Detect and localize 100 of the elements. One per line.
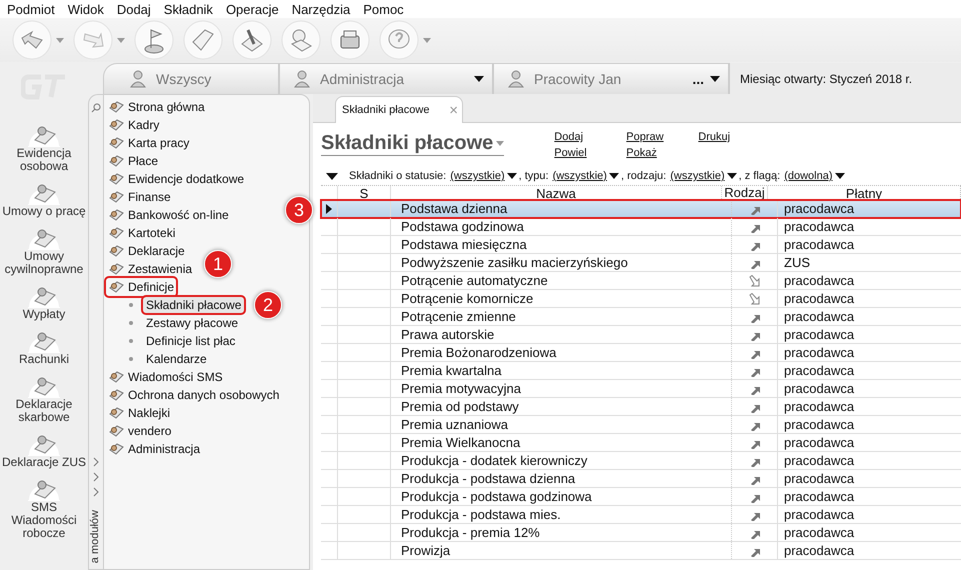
nav-item[interactable]: Kartoteki (106, 224, 178, 242)
table-cell: Prowizja (391, 542, 732, 559)
action-link[interactable]: Dodaj (554, 129, 584, 145)
table-row[interactable]: Premia motywacyjna pracodawca (321, 380, 961, 398)
toolbar-button[interactable] (232, 20, 272, 60)
sheet-icon (108, 189, 124, 205)
table-row[interactable]: Produkcja - podstawa mies. pracodawca (321, 506, 961, 524)
page-title[interactable]: Składniki płacowe (321, 132, 504, 156)
module-button[interactable]: Deklaracje ZUS (1, 429, 87, 469)
nav-subitem[interactable]: Składniki płacowe (143, 297, 244, 313)
table-row[interactable]: Produkcja - premia 12% pracodawca (321, 524, 961, 542)
menu-item[interactable]: Podmiot (4, 2, 63, 16)
nav-item[interactable]: Strona główna (106, 98, 207, 116)
row-pointer-icon (326, 204, 332, 214)
nav-item[interactable]: Definicje (106, 278, 176, 296)
table-row[interactable]: Prawa autorskie pracodawca (321, 326, 961, 344)
action-link[interactable]: Popraw (626, 129, 664, 145)
menu-item[interactable]: Pomoc (360, 2, 412, 16)
dropdown-icon[interactable] (834, 173, 844, 179)
table-row[interactable]: Premia Wielkanocna pracodawca (321, 434, 961, 452)
nav-item[interactable]: vendero (106, 422, 174, 440)
dropdown-icon[interactable] (474, 76, 484, 82)
action-link[interactable]: Powiel (554, 145, 587, 161)
sheet-icon (108, 171, 124, 187)
table-cell-text: pracodawca (783, 236, 856, 253)
nav-item[interactable]: Płace (106, 152, 160, 170)
toolbar-button[interactable] (134, 20, 174, 60)
dropdown-icon[interactable] (608, 173, 619, 179)
module-button[interactable]: Rachunki (1, 326, 87, 366)
strip-label: a modułów (89, 510, 102, 564)
nav-item[interactable]: Wiadomości SMS (106, 368, 225, 386)
nav-item[interactable]: Ochrona danych osobowych (106, 386, 282, 404)
nav-item[interactable]: Kadry (106, 116, 162, 134)
action-link[interactable]: Pokaż (626, 145, 657, 161)
action-link[interactable]: Drukuj (698, 129, 730, 145)
context-tab[interactable]: Wszyscy (103, 63, 279, 94)
nav-item[interactable]: Bankowość on-line (106, 206, 231, 224)
callout-badge: 1 (204, 250, 232, 278)
filter-dropdown[interactable]: (wszystkie) (552, 170, 619, 182)
nav-subitem[interactable]: Zestawy płacowe (143, 315, 242, 331)
menu-item[interactable]: Dodaj (114, 2, 159, 16)
module-button[interactable]: SMS Wiadomości robocze (1, 474, 87, 540)
menu-item[interactable]: Widok (64, 2, 112, 16)
table-row[interactable]: Potrącenie zmienne pracodawca (321, 308, 961, 326)
table-cell: Premia Bożonarodzeniowa (391, 344, 732, 361)
module-button[interactable]: Ewidencja osobowa (1, 120, 87, 173)
dropdown-icon[interactable] (506, 173, 517, 179)
table-row[interactable]: Podstawa dzienna pracodawca (321, 200, 961, 218)
caret-icon (423, 38, 431, 42)
table-row[interactable]: Produkcja - podstawa godzinowa pracodawca (321, 488, 961, 506)
table-row[interactable]: Premia uznaniowa pracodawca (321, 416, 961, 434)
flag-icon (134, 20, 174, 60)
dropdown-icon[interactable] (710, 76, 720, 82)
back-icon (12, 20, 52, 60)
table-row[interactable]: Premia kwartalna pracodawca (321, 362, 961, 380)
nav-subitem[interactable]: Kalendarze (143, 351, 210, 367)
table-row[interactable]: Podstawa miesięczna pracodawca (321, 236, 961, 254)
table-row[interactable]: Podwyższenie zasiłku macierzyńskiego ZUS (321, 254, 961, 272)
table-row[interactable]: Potrącenie automatyczne pracodawca (321, 272, 961, 290)
toolbar-button[interactable] (12, 20, 64, 60)
table-row[interactable]: Potrącenie komornicze pracodawca (321, 290, 961, 308)
context-tab[interactable]: Pracowity Jan ... (493, 63, 729, 94)
nav-item[interactable]: Zestawienia (106, 260, 194, 278)
filter-dropdown[interactable]: (dowolna) (784, 170, 844, 182)
module-button[interactable]: Umowy cywilnoprawne (1, 223, 87, 276)
dropdown-icon[interactable] (726, 173, 737, 179)
menu-item[interactable]: Operacje (222, 2, 287, 16)
table-row[interactable]: Prowizja pracodawca (321, 542, 961, 560)
toolbar-button[interactable] (183, 20, 223, 60)
module-button[interactable]: Deklaracje skarbowe (1, 371, 87, 424)
sheet-icon (108, 261, 124, 277)
table-row[interactable]: Premia od podstawy pracodawca (321, 398, 961, 416)
table-cell: Premia Wielkanocna (391, 434, 732, 451)
sheet-icon (108, 243, 124, 259)
toolbar-button[interactable] (379, 20, 431, 60)
table-row[interactable]: Produkcja - dodatek kierowniczy pracodawca (321, 452, 961, 470)
table-cell: Produkcja - podstawa godzinowa (391, 488, 732, 505)
nav-subitem[interactable]: Definicje list płac (143, 333, 238, 349)
table-row[interactable]: Produkcja - podstawa dzienna pracodawca (321, 470, 961, 488)
collapse-icon[interactable] (326, 172, 338, 180)
nav-item[interactable]: Finanse (106, 188, 173, 206)
module-button[interactable]: Umowy o pracę (1, 178, 87, 218)
nav-item[interactable]: Administracja (106, 440, 202, 458)
document-tab[interactable]: Składniki płacowe × (335, 96, 463, 123)
printer-icon (330, 20, 370, 60)
toolbar-button[interactable] (330, 20, 370, 60)
table-row[interactable]: Podstawa godzinowa pracodawca (321, 218, 961, 236)
nav-item[interactable]: Deklaracje (106, 242, 187, 260)
context-tab[interactable]: Administracja (279, 63, 493, 94)
nav-item[interactable]: Naklejki (106, 404, 172, 422)
menu-item[interactable]: Narzędzia (288, 2, 358, 16)
module-button[interactable]: Wypłaty (1, 281, 87, 321)
nav-item[interactable]: Karta pracy (106, 134, 192, 152)
filter-dropdown[interactable]: (wszystkie) (670, 170, 737, 182)
sheet-icon (108, 225, 124, 241)
table-cell-text: pracodawca (783, 308, 856, 325)
nav-item[interactable]: Ewidencje dodatkowe (106, 170, 246, 188)
table-row[interactable]: Premia Bożonarodzeniowa pracodawca (321, 344, 961, 362)
filter-dropdown[interactable]: (wszystkie) (450, 170, 517, 182)
menu-item[interactable]: Składnik (160, 2, 221, 16)
